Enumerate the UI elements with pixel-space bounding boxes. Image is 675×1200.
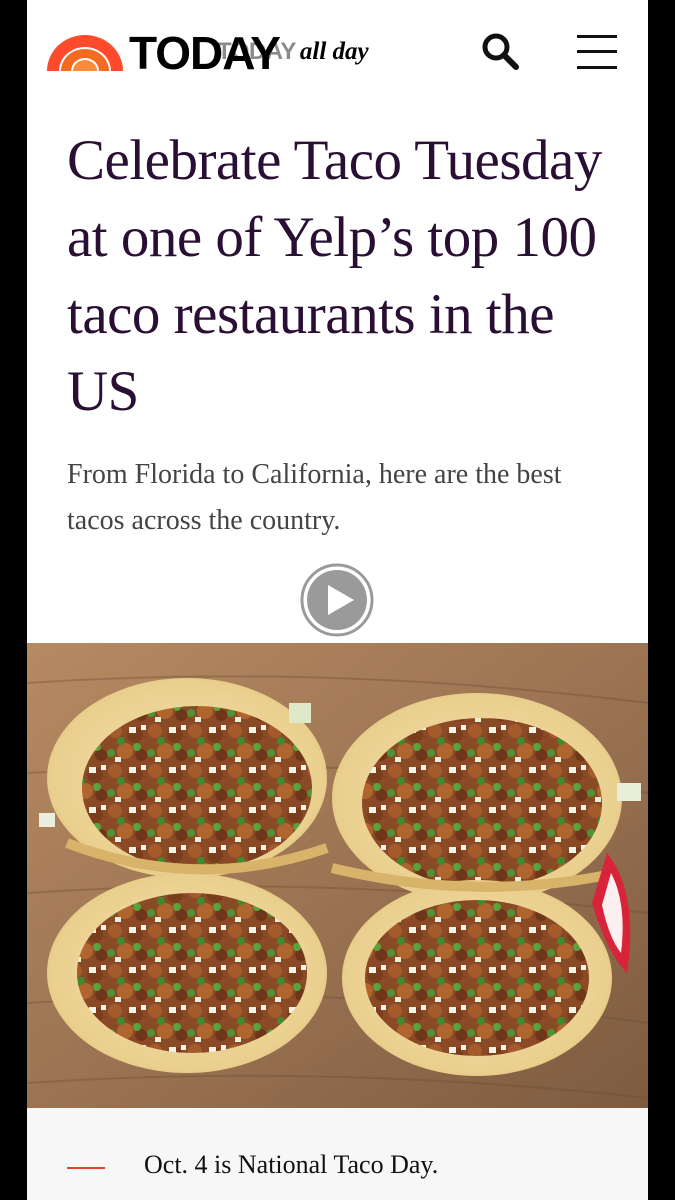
today-all-day-link[interactable]: TODAY all day <box>217 38 369 66</box>
bullet-item: Oct. 4 is National Taco Day. <box>144 1150 439 1179</box>
bullet-dash-icon <box>67 1167 105 1169</box>
article-headline: Celebrate Taco Tuesday at one of Yelp’s … <box>67 129 602 423</box>
play-video-button[interactable] <box>300 563 374 637</box>
phone-screen: TODAY TODAY all day Celebrate Taco Tuesd… <box>27 0 648 1200</box>
hamburger-menu-icon <box>577 35 617 38</box>
search-icon <box>482 33 519 70</box>
search-button[interactable] <box>479 30 523 74</box>
site-header: TODAY TODAY all day <box>27 0 648 105</box>
all-day-brand: TODAY <box>217 38 296 65</box>
hero-image[interactable] <box>27 643 648 1108</box>
all-day-tagline: all day <box>299 38 369 65</box>
play-icon <box>300 563 374 637</box>
article-dek: From Florida to California, here are the… <box>67 459 562 536</box>
four-tacos-on-wooden-board-image <box>27 643 648 1108</box>
today-sunrise-logo-icon <box>47 35 123 71</box>
menu-button[interactable] <box>577 32 619 72</box>
article-bullets: Oct. 4 is National Taco Day. <box>27 1108 648 1200</box>
